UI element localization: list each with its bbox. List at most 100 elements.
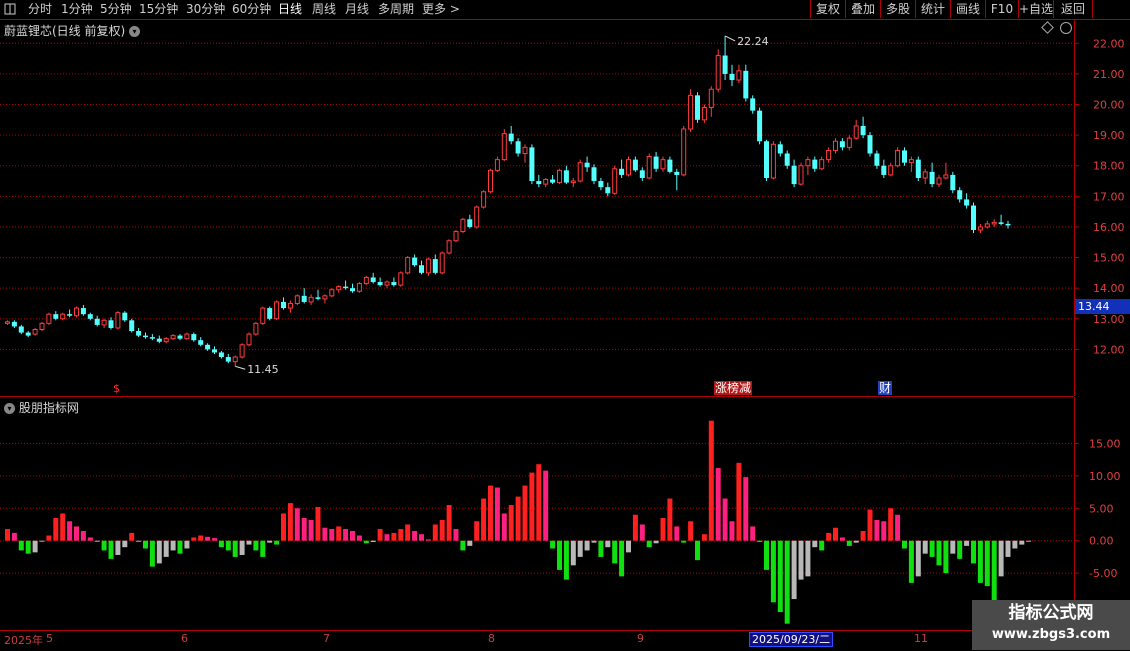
candle[interactable]: [943, 162, 949, 180]
candle[interactable]: [122, 311, 128, 322]
candle[interactable]: [87, 312, 93, 321]
stock-title[interactable]: 蔚蓝锂芯(日线 前复权) ▾: [4, 22, 141, 39]
candle[interactable]: [791, 159, 797, 188]
candle[interactable]: [598, 177, 604, 191]
limit-list-marker[interactable]: 涨榜减: [714, 381, 753, 395]
candlestick-chart[interactable]: 22.24 11.45: [0, 20, 1074, 396]
candle[interactable]: [336, 285, 342, 293]
candle[interactable]: [212, 346, 217, 354]
circle-icon[interactable]: [1060, 22, 1072, 34]
candle[interactable]: [225, 353, 231, 364]
candle[interactable]: [660, 156, 666, 172]
candle[interactable]: [743, 64, 749, 102]
candle[interactable]: [874, 150, 880, 169]
candle[interactable]: [653, 151, 659, 172]
candle[interactable]: [460, 217, 466, 234]
candle[interactable]: [998, 214, 1004, 226]
candle[interactable]: [529, 144, 535, 185]
candle[interactable]: [701, 104, 707, 123]
candle[interactable]: [770, 141, 776, 180]
candle[interactable]: [294, 294, 300, 306]
candle[interactable]: [1005, 220, 1011, 229]
candle[interactable]: [198, 337, 204, 347]
tab-15min[interactable]: 15分钟: [139, 1, 178, 17]
indicator-panel[interactable]: [0, 397, 1074, 630]
candle[interactable]: [149, 334, 155, 341]
candle[interactable]: [60, 312, 66, 321]
candle[interactable]: [681, 125, 687, 177]
candle[interactable]: [577, 159, 583, 183]
candle[interactable]: [777, 141, 783, 157]
candle[interactable]: [674, 168, 680, 191]
candle[interactable]: [287, 300, 293, 313]
candle[interactable]: [632, 156, 638, 172]
candle[interactable]: [722, 35, 728, 81]
candle[interactable]: [605, 182, 611, 197]
tab-more[interactable]: 更多 >: [422, 1, 460, 17]
candle[interactable]: [39, 321, 45, 332]
candle[interactable]: [543, 177, 549, 188]
candle[interactable]: [412, 254, 418, 267]
candle[interactable]: [612, 165, 618, 195]
candle[interactable]: [639, 167, 645, 182]
candle[interactable]: [957, 187, 963, 203]
candle[interactable]: [812, 156, 818, 172]
candle[interactable]: [584, 156, 590, 172]
candle[interactable]: [646, 153, 652, 180]
chevron-down-icon[interactable]: ▾: [4, 403, 15, 414]
candle[interactable]: [101, 318, 107, 328]
candle[interactable]: [315, 289, 321, 301]
candle[interactable]: [798, 162, 804, 186]
mark-button[interactable]: +自选: [1018, 0, 1053, 18]
candle[interactable]: [515, 138, 521, 157]
candle[interactable]: [425, 257, 431, 276]
candle[interactable]: [191, 332, 197, 342]
candle[interactable]: [757, 107, 763, 145]
candlestick-panel[interactable]: 22.24 11.45: [0, 20, 1074, 397]
candle[interactable]: [888, 162, 894, 177]
candle[interactable]: [67, 309, 73, 318]
candle[interactable]: [977, 223, 983, 234]
candle[interactable]: [343, 280, 349, 290]
candle[interactable]: [494, 156, 500, 172]
candle[interactable]: [281, 297, 286, 310]
candle[interactable]: [453, 230, 459, 243]
candle[interactable]: [205, 343, 211, 351]
candle[interactable]: [860, 116, 866, 139]
f10-button[interactable]: F10: [985, 0, 1018, 18]
candle[interactable]: [557, 168, 562, 185]
candle[interactable]: [688, 89, 694, 133]
candle[interactable]: [432, 254, 438, 275]
back-button[interactable]: [1092, 0, 1130, 18]
candle[interactable]: [984, 220, 990, 229]
candle[interactable]: [936, 174, 942, 188]
candle[interactable]: [508, 125, 514, 145]
candle[interactable]: [708, 86, 714, 117]
candle[interactable]: [363, 275, 369, 286]
tab-daily[interactable]: 日线: [278, 1, 302, 17]
candle[interactable]: [384, 280, 390, 289]
candle[interactable]: [356, 282, 362, 293]
candle[interactable]: [301, 288, 307, 304]
candle[interactable]: [156, 335, 162, 344]
candle[interactable]: [784, 150, 790, 169]
tab-weekly[interactable]: 周线: [312, 1, 336, 17]
candle[interactable]: [377, 277, 383, 287]
candle[interactable]: [267, 306, 273, 321]
candle[interactable]: [501, 129, 507, 162]
candle[interactable]: [488, 168, 493, 194]
candle[interactable]: [5, 320, 10, 325]
candle[interactable]: [253, 321, 259, 336]
candle[interactable]: [467, 214, 473, 229]
candle[interactable]: [991, 219, 997, 227]
candle[interactable]: [474, 205, 480, 229]
candle[interactable]: [626, 156, 631, 177]
candle[interactable]: [163, 337, 169, 344]
candle[interactable]: [750, 95, 756, 114]
candle[interactable]: [232, 355, 238, 367]
fuquan-button[interactable]: 复权: [810, 0, 845, 18]
add-favorite-button[interactable]: 返回: [1053, 0, 1092, 18]
chart-settings-icon[interactable]: [4, 1, 16, 15]
candle[interactable]: [536, 174, 542, 188]
candle[interactable]: [570, 177, 576, 188]
